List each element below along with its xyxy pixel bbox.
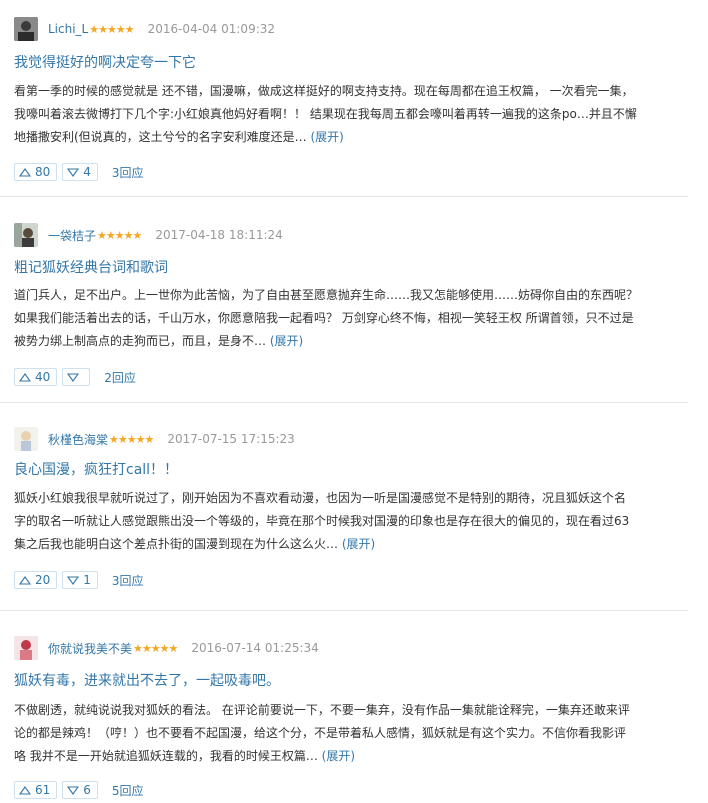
- review-actions: 40 2回应: [14, 368, 136, 386]
- downvote-button[interactable]: [62, 368, 91, 386]
- avatar[interactable]: [14, 17, 38, 41]
- review-title-link[interactable]: 狐妖有毒，进来就出不去了，一起吸毒吧。: [14, 670, 280, 690]
- review-text-line: 集之后我也能明白这个差点扑街的国漫到现在为什么这么火…: [14, 537, 342, 551]
- replies-link[interactable]: 2回应: [104, 369, 136, 386]
- avatar[interactable]: [14, 636, 38, 660]
- expand-link[interactable]: (展开): [311, 130, 344, 144]
- replies-link[interactable]: 5回应: [112, 782, 144, 799]
- username-link[interactable]: 一袋桔子: [48, 227, 96, 244]
- review-item: 你就说我美不美 ★★★★★ 2016-07-14 01:25:34 狐妖有毒，进…: [0, 611, 688, 803]
- replies-link[interactable]: 3回应: [112, 572, 144, 589]
- review-text-line: 狐妖小红娘我很早就听说过了，刚开始因为不喜欢看动漫，也因为一听是国漫感觉不是特别…: [14, 491, 627, 505]
- upvote-button[interactable]: 61: [14, 781, 58, 799]
- thumb-up-icon: [19, 167, 31, 177]
- review-text-line: 被势力绑上制高点的走狗而已，而且，是身不…: [14, 334, 270, 348]
- review-title-link[interactable]: 良心国漫，疯狂打call！！: [14, 459, 178, 479]
- review-item: 一袋桔子 ★★★★★ 2017-04-18 18:11:24 粗记狐妖经典台词和…: [0, 197, 688, 403]
- review-text-line-last: 地播撒安利(但说真的，这土兮兮的名字安利难度还是… (展开): [14, 126, 690, 149]
- review-time: 2016-07-14 01:25:34: [191, 641, 319, 655]
- avatar[interactable]: [14, 427, 38, 451]
- review-text-line-last: 被势力绑上制高点的走狗而已，而且，是身不… (展开): [14, 330, 690, 353]
- review-header: 一袋桔子 ★★★★★ 2017-04-18 18:11:24: [14, 223, 283, 247]
- review-excerpt: 道门兵人，足不出户。上一世你为此苦恼，为了自由甚至愿意抛弃生命……我又怎能够使用…: [14, 284, 690, 353]
- rating-stars: ★★★★★: [89, 22, 134, 36]
- downvote-count: 4: [83, 165, 91, 179]
- review-excerpt: 狐妖小红娘我很早就听说过了，刚开始因为不喜欢看动漫，也因为一听是国漫感觉不是特别…: [14, 487, 690, 556]
- review-title-link[interactable]: 我觉得挺好的啊决定夸一下它: [14, 52, 196, 72]
- review-item: 秋槿色海棠 ★★★★★ 2017-07-15 17:15:23 良心国漫，疯狂打…: [0, 403, 688, 611]
- review-time: 2017-07-15 17:15:23: [167, 432, 295, 446]
- thumb-up-icon: [19, 785, 31, 795]
- downvote-button[interactable]: 4: [62, 163, 98, 181]
- thumb-down-icon: [67, 372, 80, 382]
- expand-link[interactable]: (展开): [342, 537, 375, 551]
- review-text-line: 我嚎叫着滚去微博打下几个字:小红娘真他妈好看啊！！ 结果现在我每周五都会嚎叫着再…: [14, 107, 637, 121]
- review-actions: 80 4 3回应: [14, 163, 144, 181]
- review-actions: 20 1 3回应: [14, 571, 144, 589]
- review-text-line: 论的都是辣鸡！（哼！）也不要看不起国漫，给这个分，不是带着私人感情，狐妖就是有这…: [14, 726, 627, 740]
- upvote-count: 20: [35, 573, 51, 587]
- expand-link[interactable]: (展开): [270, 334, 303, 348]
- username-link[interactable]: Lichi_L: [48, 22, 88, 36]
- downvote-count: 1: [83, 573, 91, 587]
- downvote-button[interactable]: 6: [62, 781, 98, 799]
- review-text-line: 不做剧透，就纯说说我对狐妖的看法。 在评论前要说一下，不要一集弃，没有作品一集就…: [14, 703, 630, 717]
- downvote-count: 6: [83, 783, 91, 797]
- review-header: Lichi_L ★★★★★ 2016-04-04 01:09:32: [14, 17, 275, 41]
- review-text-line: 如果我们能活着出去的话，千山万水，你愿意陪我一起看吗？ 万剑穿心终不悔，相视一笑…: [14, 311, 634, 325]
- review-header: 你就说我美不美 ★★★★★ 2016-07-14 01:25:34: [14, 636, 319, 660]
- review-text-line: 咯 我并不是一开始就追狐妖连载的，我看的时候王权篇…: [14, 749, 322, 763]
- thumb-down-icon: [67, 575, 80, 585]
- upvote-count: 61: [35, 783, 51, 797]
- review-text-line-last: 集之后我也能明白这个差点扑街的国漫到现在为什么这么火… (展开): [14, 533, 690, 556]
- upvote-button[interactable]: 40: [14, 368, 58, 386]
- upvote-button[interactable]: 20: [14, 571, 58, 589]
- upvote-count: 40: [35, 370, 51, 384]
- downvote-button[interactable]: 1: [62, 571, 98, 589]
- review-actions: 61 6 5回应: [14, 781, 144, 799]
- review-header: 秋槿色海棠 ★★★★★ 2017-07-15 17:15:23: [14, 427, 295, 451]
- review-text-line: 道门兵人，足不出户。上一世你为此苦恼，为了自由甚至愿意抛弃生命……我又怎能够使用…: [14, 288, 639, 302]
- review-item: Lichi_L ★★★★★ 2016-04-04 01:09:32 我觉得挺好的…: [0, 0, 688, 197]
- thumb-up-icon: [19, 372, 31, 382]
- thumb-down-icon: [67, 167, 80, 177]
- avatar[interactable]: [14, 223, 38, 247]
- review-text-line-last: 咯 我并不是一开始就追狐妖连载的，我看的时候王权篇… (展开): [14, 745, 690, 768]
- rating-stars: ★★★★★: [109, 432, 154, 446]
- upvote-count: 80: [35, 165, 51, 179]
- upvote-button[interactable]: 80: [14, 163, 58, 181]
- review-time: 2017-04-18 18:11:24: [155, 228, 283, 242]
- thumb-up-icon: [19, 575, 31, 585]
- review-title-link[interactable]: 粗记狐妖经典台词和歌词: [14, 257, 168, 277]
- review-text-line: 字的取名一听就让人感觉跟熊出没一个等级的，毕竟在那个时候我对国漫的印象也是存在很…: [14, 514, 630, 528]
- expand-link[interactable]: (展开): [322, 749, 355, 763]
- review-excerpt: 看第一季的时候的感觉就是 还不错，国漫嘛，做成这样挺好的啊支持支持。现在每周都在…: [14, 80, 690, 149]
- review-time: 2016-04-04 01:09:32: [147, 22, 276, 36]
- review-excerpt: 不做剧透，就纯说说我对狐妖的看法。 在评论前要说一下，不要一集弃，没有作品一集就…: [14, 699, 690, 768]
- review-text-line: 地播撒安利(但说真的，这土兮兮的名字安利难度还是…: [14, 130, 311, 144]
- thumb-down-icon: [67, 785, 80, 795]
- username-link[interactable]: 秋槿色海棠: [48, 431, 108, 448]
- rating-stars: ★★★★★: [97, 228, 142, 242]
- review-text-line: 看第一季的时候的感觉就是 还不错，国漫嘛，做成这样挺好的啊支持支持。现在每周都在…: [14, 84, 634, 98]
- replies-link[interactable]: 3回应: [112, 164, 144, 181]
- rating-stars: ★★★★★: [133, 641, 178, 655]
- username-link[interactable]: 你就说我美不美: [48, 640, 132, 657]
